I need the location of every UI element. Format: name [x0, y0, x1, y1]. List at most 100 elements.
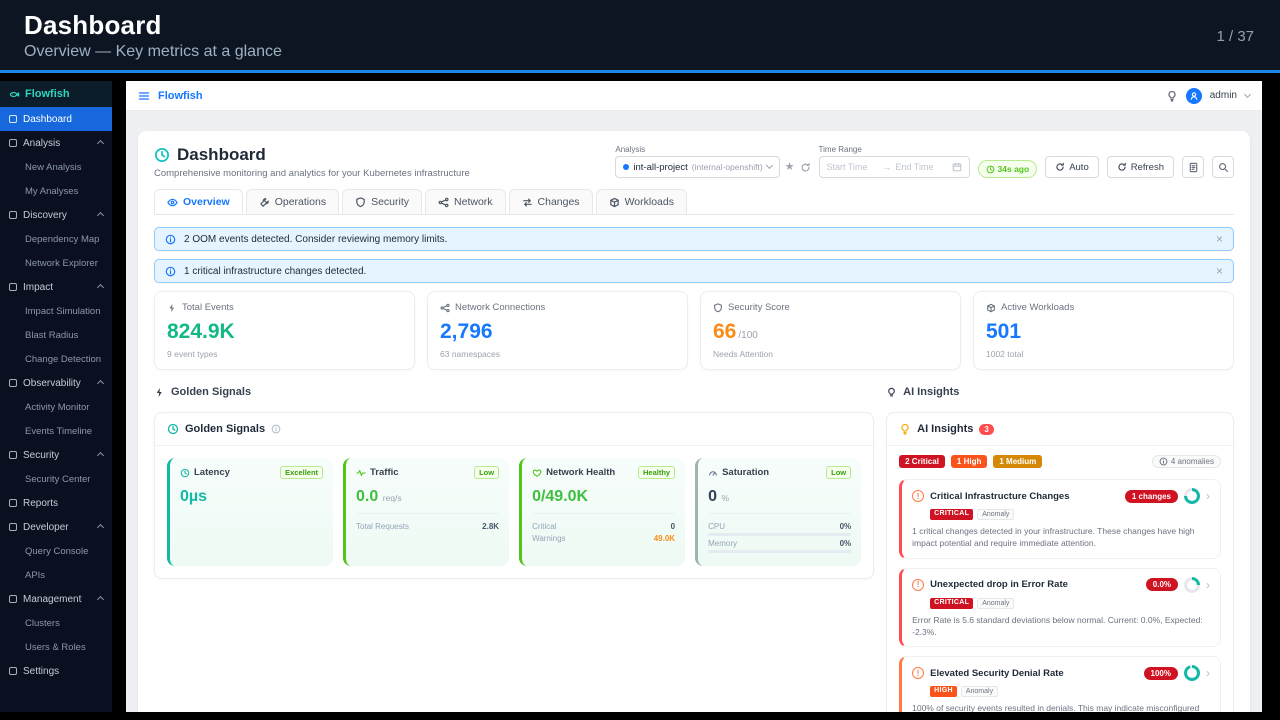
sidebar-item-blast-radius[interactable]: Blast Radius — [0, 323, 112, 347]
chevron-up-icon — [96, 211, 105, 219]
clock-icon — [986, 165, 994, 173]
topbar: Flowfish admin — [126, 81, 1262, 111]
sidebar-item-reports[interactable]: Reports — [0, 491, 112, 515]
sidebar-item-analysis[interactable]: Analysis — [0, 131, 112, 155]
tab-overview[interactable]: Overview — [154, 189, 243, 214]
insight-security-denial-rate[interactable]: ! Elevated Security Denial Rate 100% › H… — [899, 656, 1221, 712]
clock-icon — [167, 423, 179, 435]
gauge-ring-icon — [1184, 576, 1200, 593]
sidebar-item-dashboard[interactable]: Dashboard — [0, 107, 112, 131]
sidebar-item-developer[interactable]: Developer — [0, 515, 112, 539]
ai-insights-card: AI Insights 3 2 Critical 1 High 1 Medium… — [886, 412, 1234, 712]
sidebar-item-discovery[interactable]: Discovery — [0, 203, 112, 227]
analysis-select[interactable]: int-all-project (internal-openshift) — [615, 156, 780, 178]
page-title: Dashboard — [177, 145, 266, 164]
close-icon[interactable]: × — [1216, 233, 1223, 245]
slide-header: Dashboard Overview — Key metrics at a gl… — [0, 0, 1280, 70]
end-time-input[interactable] — [895, 162, 948, 172]
tab-operations[interactable]: Operations — [245, 189, 340, 214]
tab-changes[interactable]: Changes — [508, 189, 593, 214]
user-avatar[interactable] — [1185, 87, 1202, 104]
topbar-brand[interactable]: Flowfish — [158, 90, 203, 102]
sidebar-item-change-detection[interactable]: Change Detection — [0, 347, 112, 371]
sidebar-item-management[interactable]: Management — [0, 587, 112, 611]
sidebar-item-events-timeline[interactable]: Events Timeline — [0, 419, 112, 443]
high-chip: 1 High — [950, 455, 988, 468]
history-icon[interactable] — [800, 162, 811, 173]
sidebar-item-users-roles[interactable]: Users & Roles — [0, 635, 112, 659]
sidebar-brand[interactable]: Flowfish — [0, 81, 112, 107]
signal-card-latency: Latency Excellent 0µs — [167, 458, 334, 566]
close-icon[interactable]: × — [1216, 265, 1223, 277]
gauge-icon — [709, 470, 717, 476]
sidebar-item-activity-monitor[interactable]: Activity Monitor — [0, 395, 112, 419]
sidebar-item-apis[interactable]: APIs — [0, 563, 112, 587]
app-main: Flowfish admin Dashboard Comprehensive m… — [126, 81, 1262, 712]
sidebar-item-observability[interactable]: Observability — [0, 371, 112, 395]
sidebar-item-clusters[interactable]: Clusters — [0, 611, 112, 635]
sidebar-item-network-explorer[interactable]: Network Explorer — [0, 251, 112, 275]
slide-subtitle: Overview — Key metrics at a glance — [24, 43, 282, 60]
tools-icon — [259, 197, 269, 207]
brand-label: Flowfish — [25, 88, 70, 100]
sidebar-item-impact-simulation[interactable]: Impact Simulation — [0, 299, 112, 323]
document-icon — [1189, 162, 1197, 172]
anomaly-tag: Anomaly — [977, 597, 1015, 609]
auto-refresh-button[interactable]: Auto — [1045, 156, 1099, 178]
severity-tag: HIGH — [930, 686, 957, 698]
network-icon — [438, 197, 449, 207]
activity-icon — [356, 469, 366, 476]
username[interactable]: admin — [1210, 90, 1237, 101]
insight-critical-infrastructure-changes[interactable]: ! Critical Infrastructure Changes 1 chan… — [899, 479, 1221, 559]
dashboard-page-icon — [155, 148, 169, 162]
time-range-picker[interactable]: → — [818, 156, 970, 178]
fish-icon — [9, 91, 20, 97]
metric-sub: 63 namespaces — [440, 349, 501, 359]
chevron-down-icon — [1243, 90, 1252, 98]
tab-network[interactable]: Network — [425, 189, 506, 214]
signal-card-traffic: Traffic Low 0.0 req/s Total Requests 2.8K — [343, 458, 510, 566]
insight-description: Error Rate is 5.6 standard deviations be… — [912, 614, 1203, 637]
severity-tag: CRITICAL — [930, 597, 974, 609]
favorite-star-icon[interactable]: ★ — [785, 161, 795, 173]
tab-workloads[interactable]: Workloads — [595, 189, 687, 214]
insight-metric-pill: 1 changes — [1124, 489, 1178, 503]
metric-sub: Needs Attention — [713, 349, 774, 359]
insights-icon — [888, 387, 895, 396]
info-icon — [165, 266, 176, 277]
analysis-selected-value: int-all-project — [633, 161, 688, 173]
refresh-icon — [1056, 162, 1064, 171]
sidebar-item-security-center[interactable]: Security Center — [0, 467, 112, 491]
menu-icon[interactable] — [138, 90, 150, 102]
insight-error-rate-drop[interactable]: ! Unexpected drop in Error Rate 0.0% › C… — [899, 567, 1221, 648]
sidebar-item-security[interactable]: Security — [0, 443, 112, 467]
sidebar-item-settings[interactable]: Settings — [0, 659, 112, 683]
signal-value: 0µs — [180, 488, 208, 505]
sidebar-item-new-analysis[interactable]: New Analysis — [0, 155, 112, 179]
metric-value: 824.9K — [167, 320, 235, 343]
start-time-input[interactable] — [826, 162, 879, 172]
sidebar-item-query-console[interactable]: Query Console — [0, 539, 112, 563]
analysis-selected-suffix: (internal-openshift) — [691, 162, 763, 172]
lightbulb-icon[interactable] — [1166, 90, 1178, 102]
heart-icon — [532, 469, 542, 477]
refresh-button[interactable]: Refresh — [1106, 156, 1174, 178]
time-range-label: Time Range — [818, 145, 862, 154]
sidebar-item-impact[interactable]: Impact — [0, 275, 112, 299]
chevron-right-icon: › — [1206, 666, 1210, 681]
anomaly-tag: Anomaly — [960, 686, 999, 698]
observability-icon — [9, 379, 17, 387]
chevron-up-icon — [96, 595, 105, 603]
info-icon — [165, 234, 176, 245]
insight-description: 1 critical changes detected in your infr… — [912, 526, 1195, 549]
report-button[interactable] — [1182, 156, 1204, 178]
page-indicator: 1 / 37 — [1216, 28, 1254, 45]
status-badge: Low — [826, 466, 852, 479]
refresh-icon — [1118, 162, 1126, 171]
search-button[interactable] — [1212, 156, 1234, 178]
sidebar-item-dependency-map[interactable]: Dependency Map — [0, 227, 112, 251]
shield-icon — [356, 196, 365, 207]
range-arrow: → — [882, 162, 892, 172]
sidebar-item-my-analyses[interactable]: My Analyses — [0, 179, 112, 203]
tab-security[interactable]: Security — [342, 189, 423, 214]
